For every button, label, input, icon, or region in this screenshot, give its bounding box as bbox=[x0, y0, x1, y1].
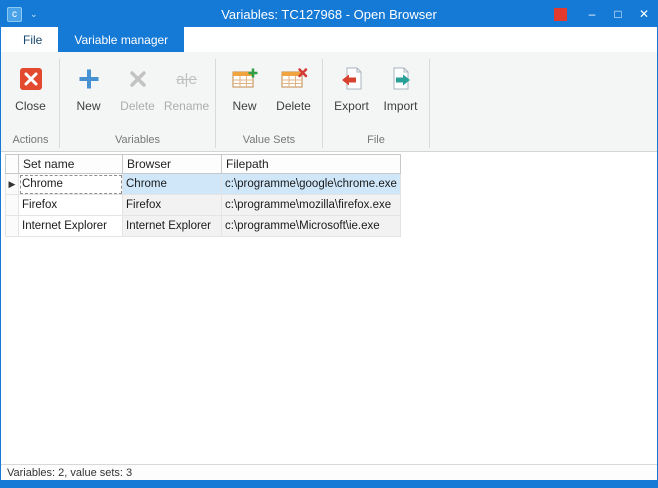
close-button-label: Close bbox=[15, 99, 46, 113]
titlebar: c ⌄ Variables: TC127968 - Open Browser –… bbox=[1, 1, 657, 27]
minimize-button[interactable]: – bbox=[579, 1, 605, 27]
delete-value-set-label: Delete bbox=[276, 99, 311, 113]
ribbon-group-actions: Close Actions bbox=[3, 54, 58, 151]
quick-access-chevron-icon[interactable]: ⌄ bbox=[30, 9, 38, 20]
group-label-value-sets: Value Sets bbox=[217, 134, 321, 151]
group-label-actions: Actions bbox=[3, 134, 58, 151]
grid-area: Set name Browser Filepath ▶ Chrome Chrom… bbox=[1, 152, 657, 464]
table-row: ▶ Chrome Chrome c:\programme\google\chro… bbox=[6, 174, 401, 195]
new-variable-button[interactable]: New bbox=[65, 56, 112, 134]
x-icon bbox=[126, 64, 150, 94]
close-button[interactable]: Close bbox=[7, 56, 54, 134]
col-header-set-name[interactable]: Set name bbox=[19, 155, 123, 174]
grid-header-row: Set name Browser Filepath bbox=[6, 155, 401, 174]
app-icon: c bbox=[7, 7, 22, 22]
new-value-set-button[interactable]: New bbox=[221, 56, 268, 134]
row-indicator bbox=[6, 216, 19, 237]
group-label-variables: Variables bbox=[61, 134, 214, 151]
rename-variable-button[interactable]: a|e Rename bbox=[163, 56, 210, 134]
table-row: Internet Explorer Internet Explorer c:\p… bbox=[6, 216, 401, 237]
cell-browser[interactable]: Internet Explorer bbox=[123, 216, 222, 237]
cell-filepath[interactable]: c:\programme\mozilla\firefox.exe bbox=[222, 195, 401, 216]
variables-grid: Set name Browser Filepath ▶ Chrome Chrom… bbox=[5, 154, 401, 237]
maximize-button[interactable]: □ bbox=[605, 1, 631, 27]
ribbon-tab-row: File Variable manager bbox=[1, 27, 657, 52]
app-window: c ⌄ Variables: TC127968 - Open Browser –… bbox=[0, 0, 658, 488]
status-text: Variables: 2, value sets: 3 bbox=[7, 467, 132, 479]
group-separator bbox=[59, 59, 60, 148]
cell-set-name[interactable]: Internet Explorer bbox=[19, 216, 123, 237]
cell-browser[interactable]: Chrome bbox=[123, 174, 222, 195]
window-bottom-accent bbox=[1, 480, 657, 487]
ribbon-group-file: Export Import File bbox=[324, 54, 428, 151]
rename-icon: a|e bbox=[176, 64, 197, 94]
new-variable-label: New bbox=[76, 99, 100, 113]
record-indicator-icon bbox=[554, 8, 567, 21]
export-icon bbox=[339, 64, 365, 94]
group-separator bbox=[322, 59, 323, 148]
ribbon-group-variables: New Delete a|e Rename Variables bbox=[61, 54, 214, 151]
table-plus-icon bbox=[231, 64, 259, 94]
col-header-browser[interactable]: Browser bbox=[123, 155, 222, 174]
export-button[interactable]: Export bbox=[328, 56, 375, 134]
window-controls: – □ ✕ bbox=[554, 1, 657, 27]
row-indicator-header bbox=[6, 155, 19, 174]
import-button[interactable]: Import bbox=[377, 56, 424, 134]
ribbon-group-value-sets: New Delete Value Sets bbox=[217, 54, 321, 151]
plus-icon bbox=[76, 64, 102, 94]
group-separator bbox=[429, 59, 430, 148]
new-value-set-label: New bbox=[232, 99, 256, 113]
import-label: Import bbox=[383, 99, 417, 113]
current-row-arrow-icon: ▶ bbox=[6, 174, 19, 195]
import-icon bbox=[388, 64, 414, 94]
delete-value-set-button[interactable]: Delete bbox=[270, 56, 317, 134]
col-header-filepath[interactable]: Filepath bbox=[222, 155, 401, 174]
cell-filepath[interactable]: c:\programme\google\chrome.exe bbox=[222, 174, 401, 195]
export-label: Export bbox=[334, 99, 369, 113]
table-delete-icon bbox=[280, 64, 308, 94]
close-window-button[interactable]: ✕ bbox=[631, 1, 657, 27]
cell-browser[interactable]: Firefox bbox=[123, 195, 222, 216]
ribbon: Close Actions New Delete bbox=[1, 52, 657, 152]
tab-variable-manager[interactable]: Variable manager bbox=[58, 27, 184, 52]
group-separator bbox=[215, 59, 216, 148]
group-label-file: File bbox=[324, 134, 428, 151]
rename-variable-label: Rename bbox=[164, 99, 209, 113]
close-action-icon bbox=[18, 64, 44, 94]
cell-set-name[interactable]: Firefox bbox=[19, 195, 123, 216]
cell-filepath[interactable]: c:\programme\Microsoft\ie.exe bbox=[222, 216, 401, 237]
cell-set-name[interactable]: Chrome bbox=[19, 174, 123, 195]
delete-variable-button[interactable]: Delete bbox=[114, 56, 161, 134]
row-indicator bbox=[6, 195, 19, 216]
table-row: Firefox Firefox c:\programme\mozilla\fir… bbox=[6, 195, 401, 216]
status-bar: Variables: 2, value sets: 3 bbox=[1, 464, 657, 480]
delete-variable-label: Delete bbox=[120, 99, 155, 113]
tab-file[interactable]: File bbox=[7, 27, 58, 52]
